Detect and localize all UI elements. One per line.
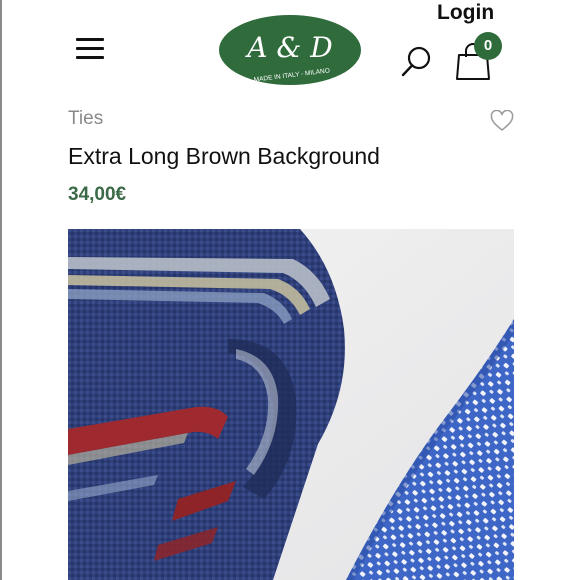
- search-icon[interactable]: [400, 44, 434, 80]
- product-title: Extra Long Brown Background: [68, 143, 380, 169]
- product-category-link[interactable]: Ties: [68, 108, 103, 130]
- hamburger-menu-icon[interactable]: [74, 36, 106, 62]
- product-price: 34,00€: [68, 184, 127, 205]
- brand-logo[interactable]: A & D MADE IN ITALY - MILANO: [218, 14, 362, 86]
- login-link[interactable]: Login: [437, 1, 494, 25]
- site-header: A & D MADE IN ITALY - MILANO Login 0: [0, 0, 580, 100]
- heart-icon[interactable]: [490, 110, 514, 132]
- product-image[interactable]: [68, 229, 514, 580]
- cart-count-badge[interactable]: 0: [474, 32, 502, 60]
- logo-monogram: A & D: [244, 31, 332, 64]
